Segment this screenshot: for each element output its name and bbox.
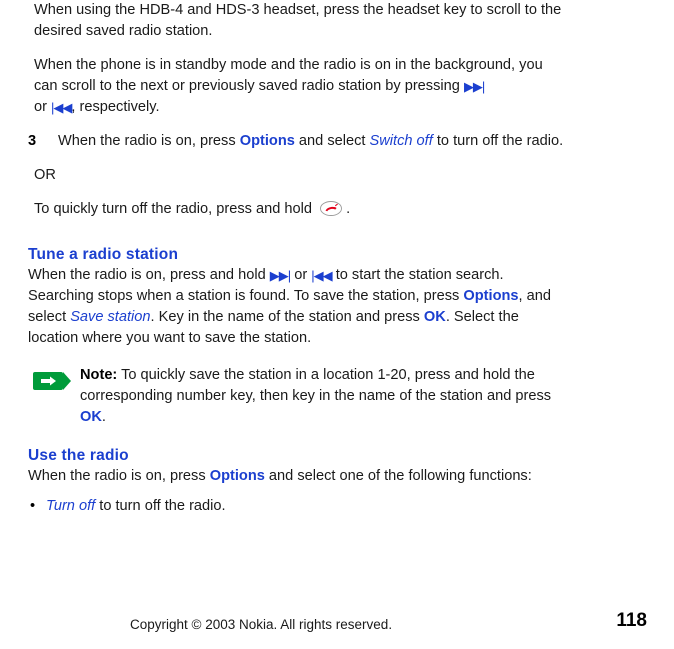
note-text-part-2: . bbox=[101, 409, 106, 425]
paragraph-text-part-2: or bbox=[34, 99, 47, 115]
section-use-the-radio: Use the radio When the radio is on, pres… bbox=[28, 447, 568, 487]
note-hand-icon bbox=[32, 367, 72, 395]
ui-term-switch-off: Switch off bbox=[369, 133, 433, 149]
note-label: Note: bbox=[80, 367, 118, 383]
copyright-text: Copyright © 2003 Nokia. All rights reser… bbox=[130, 617, 393, 632]
step-text: When the radio is on, press Options and … bbox=[58, 131, 568, 152]
page-number: 118 bbox=[616, 610, 647, 631]
fast-forward-icon: ▶▶| bbox=[463, 79, 485, 94]
document-page: When using the HDB-4 and HDS-3 headset, … bbox=[0, 0, 674, 649]
paragraph-headset-key: When using the HDB-4 and HDS-3 headset, … bbox=[34, 0, 568, 42]
section-body: When the radio is on, press Options and … bbox=[28, 466, 568, 487]
page-content: When using the HDB-4 and HDS-3 headset, … bbox=[28, 0, 568, 517]
ui-term-options: Options bbox=[239, 133, 295, 149]
section-text-part-1: When the radio is on, press and hold bbox=[28, 267, 266, 283]
list-item-step-3: 3 When the radio is on, press Options an… bbox=[28, 131, 568, 152]
paragraph-text-part-2: . bbox=[346, 201, 351, 217]
rewind-icon: |◀◀ bbox=[311, 268, 332, 283]
step-text-part-2: and select bbox=[298, 133, 366, 149]
section-body: When the radio is on, press and hold ▶▶|… bbox=[28, 265, 568, 349]
section-tune-a-radio-station: Tune a radio station When the radio is o… bbox=[28, 246, 568, 349]
paragraph-text-part-1: To quickly turn off the radio, press and… bbox=[34, 201, 312, 217]
fast-forward-icon: ▶▶| bbox=[269, 268, 291, 283]
list-item-turn-off: • Turn off to turn off the radio. bbox=[28, 496, 568, 517]
section-heading: Use the radio bbox=[28, 447, 129, 464]
note-text: Note: To quickly save the station in a l… bbox=[80, 365, 568, 428]
page-footer: Copyright © 2003 Nokia. All rights reser… bbox=[0, 609, 674, 649]
paragraph-quick-turn-off: To quickly turn off the radio, press and… bbox=[34, 199, 568, 220]
ui-term-options: Options bbox=[463, 288, 519, 304]
step-text-part-3: to turn off the radio. bbox=[436, 133, 564, 149]
ui-term-ok: OK bbox=[423, 309, 446, 325]
step-number: 3 bbox=[28, 133, 37, 149]
rewind-icon: |◀◀ bbox=[51, 100, 72, 115]
paragraph-text: To quickly turn off the radio, press and… bbox=[34, 199, 568, 220]
paragraph-standby-scroll: When the phone is in standby mode and th… bbox=[34, 55, 568, 118]
note-text-part-1: To quickly save the station in a locatio… bbox=[80, 367, 552, 404]
bullet-text-rest: to turn off the radio. bbox=[99, 498, 226, 514]
paragraph-text: When the phone is in standby mode and th… bbox=[34, 55, 568, 118]
note-box: Note: To quickly save the station in a l… bbox=[28, 365, 568, 428]
section-text-part-4: . Key in the name of the station and pre… bbox=[150, 309, 420, 325]
paragraph-or: OR bbox=[34, 165, 568, 186]
ui-term-ok: OK bbox=[80, 409, 102, 425]
paragraph-text: OR bbox=[34, 167, 56, 183]
section-text-part-1: When the radio is on, press bbox=[28, 468, 206, 484]
ui-term-save-station: Save station bbox=[70, 309, 151, 325]
bullet-text: Turn off to turn off the radio. bbox=[46, 496, 568, 517]
section-text-part-2: and select one of the following function… bbox=[268, 468, 532, 484]
paragraph-text: When using the HDB-4 and HDS-3 headset, … bbox=[34, 2, 562, 39]
section-heading: Tune a radio station bbox=[28, 246, 179, 263]
ui-term-options: Options bbox=[209, 468, 265, 484]
end-call-key-icon bbox=[320, 201, 343, 216]
ui-term-turn-off: Turn off bbox=[46, 498, 96, 514]
bullet-marker: • bbox=[30, 498, 36, 514]
section-text-or: or bbox=[294, 267, 308, 283]
step-text-part-1: When the radio is on, press bbox=[58, 133, 236, 149]
paragraph-text-part-3: , respectively. bbox=[71, 99, 160, 115]
